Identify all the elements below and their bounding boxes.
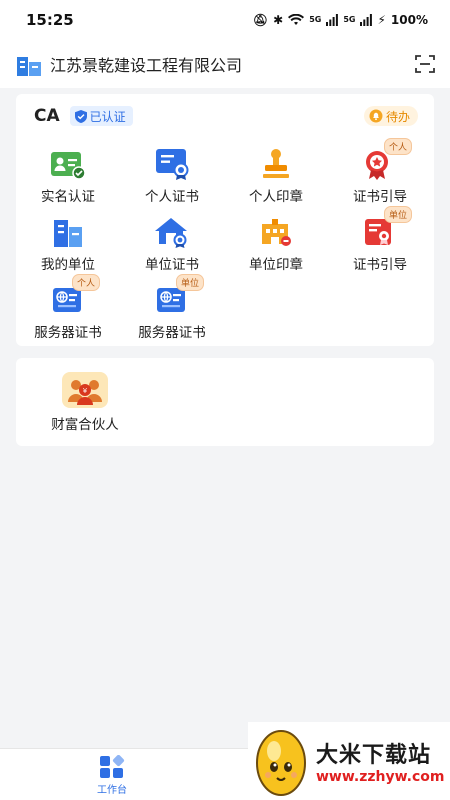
signal-5g-label-2: 5G (343, 15, 356, 24)
real-name-auth-button[interactable]: 实名认证 (16, 144, 120, 205)
watermark: 大米下载站 www.zzhyw.com (248, 722, 450, 800)
todo-button[interactable]: 待办 (363, 106, 418, 126)
personal-tag: 个人 (71, 274, 100, 291)
organization-tag: 单位 (383, 206, 412, 223)
status-time: 15:25 (26, 11, 74, 29)
grid-item-label: 我的单位 (41, 257, 95, 273)
shield-check-icon (74, 109, 87, 123)
organization-seal-button[interactable]: 单位印章 (224, 212, 328, 273)
grid-item-label: 服务器证书 (138, 325, 206, 341)
app-header: 江苏景乾建设工程有限公司 (0, 40, 450, 88)
organization-certificate-button[interactable]: 单位证书 (120, 212, 224, 273)
personal-certificate-button[interactable]: 个人证书 (120, 144, 224, 205)
grid-item-label: 个人印章 (249, 189, 303, 205)
mute-icon: 🔕︎ (252, 13, 269, 27)
grid-item-label: 证书引导 (353, 189, 407, 205)
watermark-text: 大米下载站 www.zzhyw.com (316, 737, 444, 785)
company-logo-icon (17, 57, 41, 76)
ca-title: CA (34, 106, 60, 126)
company-name: 江苏景乾建设工程有限公司 (50, 56, 243, 75)
certificate-guide-personal-button[interactable]: 个人 证书引导 (328, 138, 432, 205)
grid-item-label: 个人证书 (145, 189, 199, 205)
organization-seal-icon (262, 219, 291, 246)
id-card-check-icon (51, 152, 86, 180)
verified-label: 已认证 (89, 109, 126, 124)
mascot-logo-icon (256, 730, 306, 796)
bluetooth-icon: ✱ (273, 13, 284, 27)
wealth-partner-label: 财富合伙人 (51, 417, 119, 433)
organization-certificate-icon (155, 218, 187, 248)
wealth-partner-icon: ¥ (62, 372, 108, 408)
signal-5g-label: 5G (309, 15, 322, 24)
charging-icon: ⚡︎ (377, 13, 386, 27)
server-certificate-personal-button[interactable]: 个人 服务器证书 (16, 274, 120, 341)
todo-label: 待办 (385, 109, 410, 124)
signal-icon-2 (360, 14, 373, 26)
server-certificate-organization-button[interactable]: 单位 服务器证书 (120, 274, 224, 341)
wifi-icon (288, 14, 305, 25)
watermark-title: 大米下载站 (316, 743, 432, 768)
battery-percent: 100% (390, 13, 428, 27)
grid-item-label: 服务器证书 (34, 325, 102, 341)
personal-seal-button[interactable]: 个人印章 (224, 144, 328, 205)
status-bar: 15:25 🔕︎ ✱ 5G 5G ⚡︎ 100% (0, 0, 450, 40)
workbench-icon (100, 755, 125, 778)
personal-seal-icon (263, 149, 289, 178)
grid-item-label: 实名认证 (41, 189, 95, 205)
watermark-url: www.zzhyw.com (316, 769, 445, 785)
organization-building-icon (54, 220, 82, 247)
organization-tag: 单位 (175, 274, 204, 291)
signal-icon (326, 14, 339, 26)
partner-card: ¥ 财富合伙人 (16, 358, 434, 446)
tab-workbench[interactable]: 工作台 (88, 755, 136, 796)
grid-item-label: 单位印章 (249, 257, 303, 273)
certificate-guide-organization-button[interactable]: 单位 证书引导 (328, 206, 432, 273)
ca-card: CA 已认证 待办 实名认证 个人证书 个人印章 个人 证书引导 我的单位 单位… (16, 94, 434, 346)
my-organization-button[interactable]: 我的单位 (16, 212, 120, 273)
ca-header: CA 已认证 (34, 106, 133, 126)
verified-badge: 已认证 (69, 106, 133, 126)
grid-item-label: 证书引导 (353, 257, 407, 273)
svg-text:¥: ¥ (83, 387, 88, 395)
personal-certificate-icon (156, 149, 189, 180)
personal-tag: 个人 (383, 138, 412, 155)
tab-workbench-label: 工作台 (97, 785, 127, 796)
grid-item-label: 单位证书 (145, 257, 199, 273)
status-icons: 🔕︎ ✱ 5G 5G ⚡︎ 100% (253, 13, 428, 27)
bell-icon (369, 109, 383, 123)
scan-icon[interactable] (414, 53, 436, 75)
wealth-partner-button[interactable]: ¥ 财富合伙人 (16, 372, 154, 433)
